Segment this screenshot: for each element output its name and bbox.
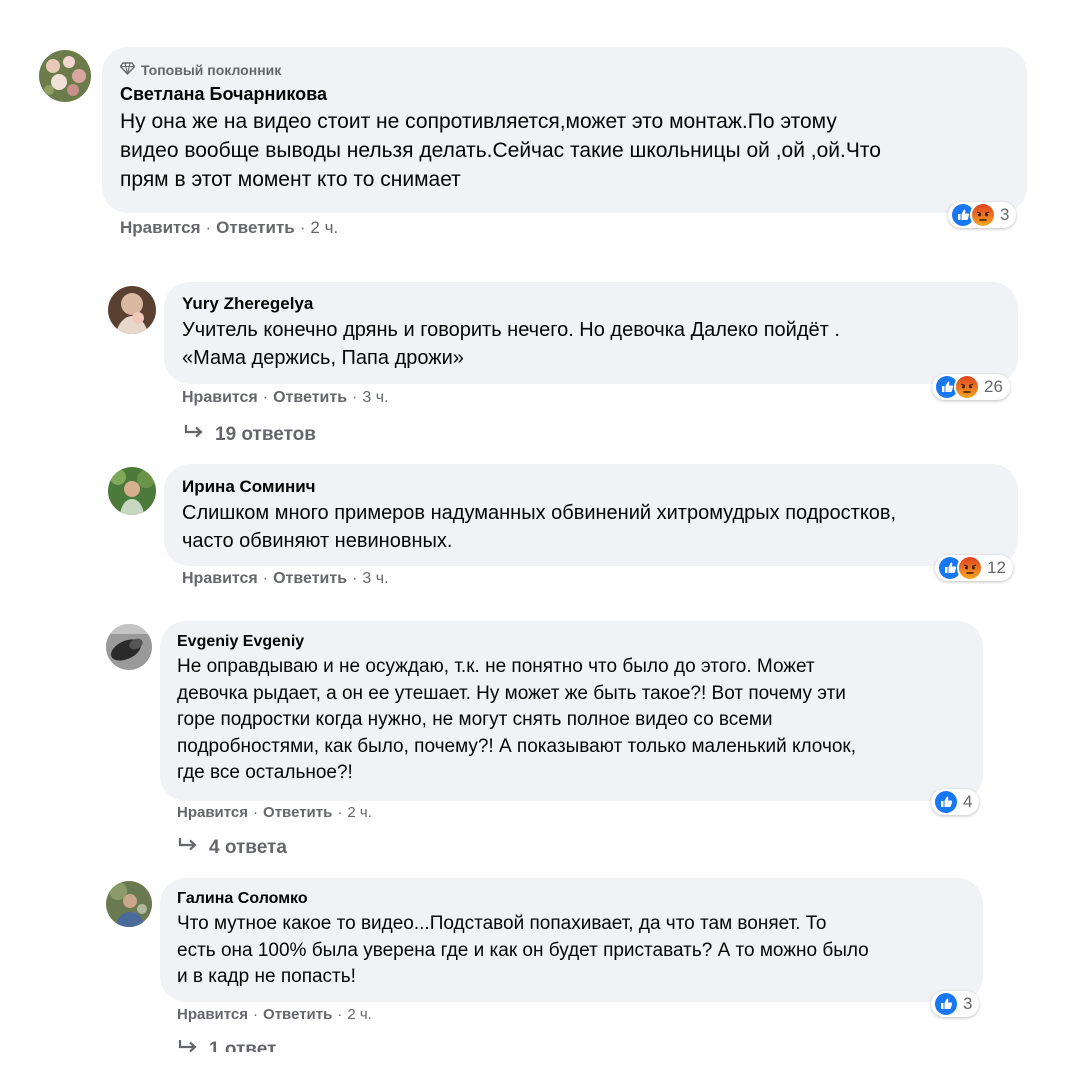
reactions-summary[interactable]: 3 xyxy=(931,991,980,1017)
commenter-name[interactable]: Галина Соломко xyxy=(177,890,965,908)
comment-actions: Нравится · Ответить · 2 ч. xyxy=(177,1006,372,1023)
like-icon xyxy=(933,991,959,1017)
comment-text: Что мутное какое то видео...Подставой по… xyxy=(177,913,869,987)
like-button[interactable]: Нравится xyxy=(177,1006,248,1023)
avatar[interactable] xyxy=(106,881,152,927)
comments-feed: Топовый поклонник Светлана Бочарникова Н… xyxy=(0,0,1080,1080)
separator: · xyxy=(253,1006,259,1023)
comment-bubble: Галина Соломко Что мутное какое то видео… xyxy=(160,878,983,1002)
reply-arrow-icon xyxy=(177,1040,199,1052)
comment-item: Галина Соломко Что мутное какое то видео… xyxy=(0,0,1080,1080)
view-replies-partial[interactable]: 1 ответ xyxy=(177,1040,377,1052)
separator: · xyxy=(337,1006,343,1023)
view-replies-button[interactable]: 1 ответ xyxy=(177,1040,276,1052)
replies-label: 1 ответ xyxy=(209,1040,277,1052)
reply-button[interactable]: Ответить xyxy=(263,1006,332,1023)
timestamp[interactable]: 2 ч. xyxy=(347,1006,372,1023)
reaction-count: 3 xyxy=(963,994,973,1013)
